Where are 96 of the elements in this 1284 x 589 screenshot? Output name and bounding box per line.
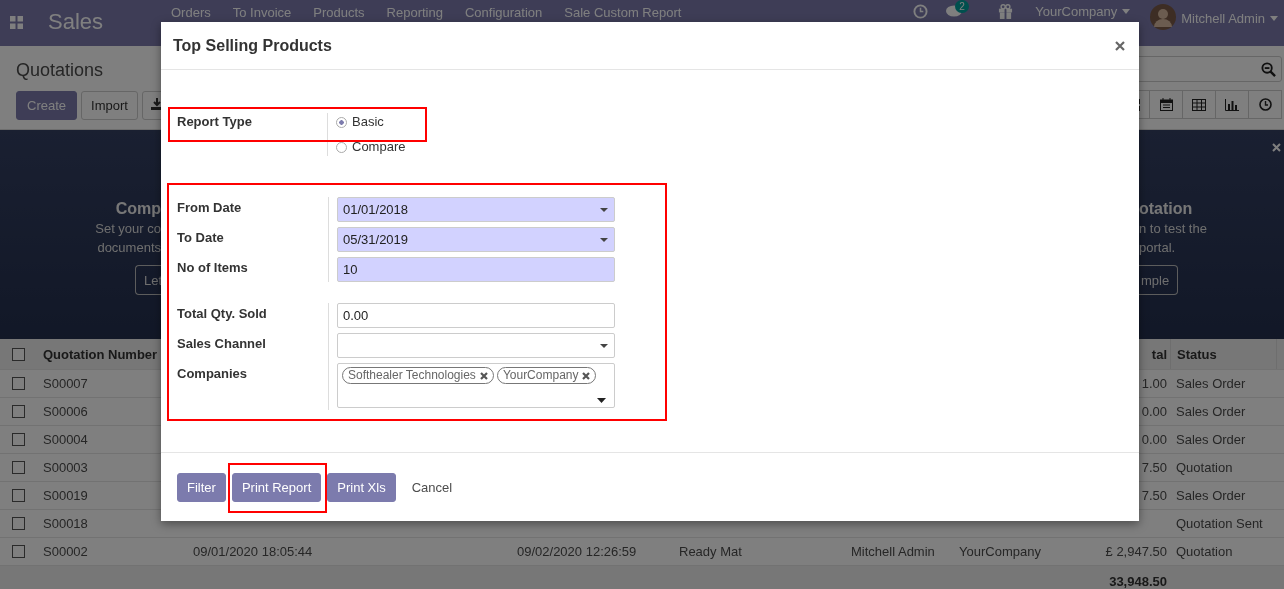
menu-item[interactable]: Orders [160, 5, 222, 20]
radio-option[interactable]: Basic [336, 113, 406, 131]
row-checkbox[interactable] [12, 461, 25, 474]
calendar-icon [1159, 98, 1173, 111]
table-cell: S00019 [43, 488, 88, 503]
row-checkbox[interactable] [12, 377, 25, 390]
input-field[interactable]: 10 [337, 257, 615, 282]
caret-icon [1122, 9, 1131, 14]
toolbar-button[interactable]: Create [16, 91, 78, 120]
table-cell: 09/02/2020 12:26:59 [517, 544, 637, 559]
menu-item[interactable]: Sale Custom Report [553, 5, 693, 20]
table-cell: Sales Order [1176, 376, 1246, 391]
dialog-button[interactable]: Print Report [231, 472, 322, 502]
list-view-button[interactable] [1182, 90, 1216, 119]
page-title: Quotations [16, 59, 105, 81]
field-label: Sales Channel [177, 335, 267, 353]
table-cell: S00004 [43, 432, 88, 447]
column-header[interactable]: Status [1170, 339, 1276, 369]
user-avatar-icon[interactable] [1150, 3, 1177, 30]
table-cell: 0.00 [1141, 404, 1167, 419]
select-all-checkbox[interactable] [12, 347, 25, 361]
table-cell: 7.50 [1141, 488, 1167, 503]
table-cell: Mitchell Admin [851, 544, 935, 559]
dialog-title: Top Selling Products [173, 36, 332, 55]
dropdown-field[interactable] [337, 333, 615, 358]
menu-item[interactable]: Configuration [453, 5, 554, 20]
table-cell: S00007 [43, 376, 88, 391]
company-switcher[interactable]: YourCompany [1035, 4, 1131, 19]
apps-grid-icon[interactable] [10, 16, 23, 29]
field-label: To Date [177, 229, 225, 247]
row-checkbox[interactable] [12, 545, 25, 558]
menu-item[interactable]: Reporting [375, 5, 454, 20]
table-cell: Sales Order [1176, 432, 1246, 447]
field-label: Companies [177, 365, 249, 383]
row-checkbox[interactable] [12, 517, 25, 530]
sum-total: 33,948.50 [1109, 573, 1167, 589]
field-label: From Date [177, 199, 243, 217]
remove-icon[interactable] [582, 371, 591, 380]
table-cell: 0.00 [1141, 432, 1167, 447]
table-cell: 1.00 [1141, 376, 1167, 391]
table-cell: Sales Order [1176, 404, 1246, 419]
banner-text: portal. [1139, 239, 1176, 257]
calendar-view-button[interactable] [1149, 90, 1183, 119]
table-cell: Quotation [1176, 460, 1233, 475]
app-name: Sales [48, 10, 105, 34]
remove-icon[interactable] [479, 371, 488, 380]
table-cell: S00003 [43, 460, 88, 475]
table-cell: Quotation Sent [1176, 516, 1263, 531]
caret-icon [600, 343, 608, 348]
menu-item[interactable]: Products [302, 5, 376, 20]
radio-option[interactable]: Compare [336, 138, 406, 156]
field-label: Report Type [177, 113, 253, 131]
row-checkbox[interactable] [12, 405, 25, 418]
table-cell: 09/01/2020 18:05:44 [193, 544, 313, 559]
graph-view-button[interactable] [1215, 90, 1249, 119]
table-cell: 7.50 [1141, 460, 1167, 475]
caret-icon [600, 237, 608, 242]
dialog-button[interactable]: Print Xls [327, 472, 396, 502]
download-icon [150, 98, 163, 110]
bar-chart-icon [1225, 98, 1239, 111]
table-cell: S00002 [43, 544, 88, 559]
banner-text: n to test the [1139, 220, 1207, 238]
table-cell: Quotation [1176, 544, 1233, 559]
input-field[interactable]: 0.00 [337, 303, 615, 328]
user-menu[interactable]: Mitchell Admin [1181, 11, 1278, 26]
table-cell: £ 2,947.50 [1105, 544, 1167, 559]
search-icon[interactable] [1261, 61, 1276, 77]
dialog-button[interactable]: Filter [177, 472, 226, 502]
field-label: No of Items [177, 259, 249, 277]
message-count-badge: 2 [955, 0, 969, 13]
table-icon [1192, 98, 1206, 111]
dropdown-field[interactable]: 01/01/2018 [337, 197, 615, 222]
banner-text: Set your co [95, 220, 161, 238]
clock-icon [1258, 98, 1272, 111]
table-cell: S00006 [43, 404, 88, 419]
field-label: Total Qty. Sold [177, 305, 268, 323]
table-cell: Ready Mat [679, 544, 742, 559]
dropdown-field[interactable]: 05/31/2019 [337, 227, 615, 252]
caret-icon [600, 207, 608, 212]
toolbar-button[interactable]: Import [81, 91, 138, 120]
tags-field[interactable]: Softhealer Technologies YourCompany [337, 363, 615, 408]
gift-icon[interactable] [998, 4, 1014, 19]
activity-view-button[interactable] [1248, 90, 1282, 119]
table-cell: S00018 [43, 516, 88, 531]
table-cell: Sales Order [1176, 488, 1246, 503]
banner-text: documents [97, 239, 161, 257]
banner-heading: otation [1139, 199, 1193, 219]
row-checkbox[interactable] [12, 433, 25, 446]
caret-icon [1270, 16, 1278, 21]
row-checkbox[interactable] [12, 489, 25, 502]
dialog-button[interactable]: Cancel [401, 472, 463, 502]
table-cell: YourCompany [959, 544, 1041, 559]
clock-icon[interactable] [913, 4, 929, 19]
menu-item[interactable]: To Invoice [221, 5, 303, 20]
banner-heading: Comp [115, 199, 161, 219]
close-icon[interactable] [1115, 40, 1125, 51]
